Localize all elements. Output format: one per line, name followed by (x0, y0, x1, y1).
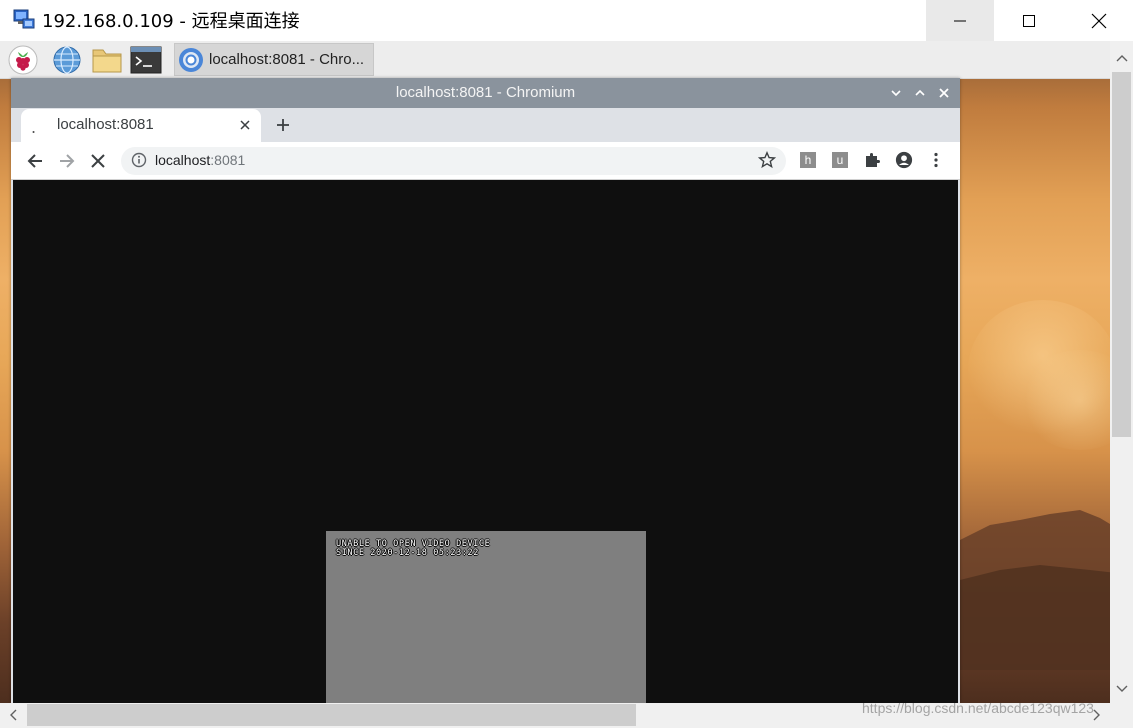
minimize-icon (954, 20, 966, 21)
web-browser-launcher[interactable] (50, 45, 84, 75)
chromium-maximize-button[interactable] (911, 84, 929, 102)
extension-u-button[interactable]: u (831, 151, 849, 169)
close-icon (939, 88, 949, 98)
chevron-down-icon (1116, 685, 1127, 692)
extension-h-button[interactable]: h (799, 151, 817, 169)
terminal-launcher[interactable] (129, 45, 163, 75)
terminal-icon (130, 46, 162, 74)
tab-loading-indicator: . (31, 118, 37, 137)
extension-u-icon: u (832, 152, 848, 168)
taskbar-task-label: localhost:8081 - Chro... (209, 51, 365, 68)
close-icon (1091, 13, 1107, 28)
profile-button[interactable] (895, 151, 913, 169)
chevron-right-icon (1093, 709, 1100, 721)
minimize-button[interactable] (926, 0, 994, 41)
close-button[interactable] (1065, 0, 1133, 41)
wallpaper-mountain (960, 510, 1133, 670)
scroll-down-button[interactable] (1110, 677, 1133, 701)
address-bar-url: localhost:8081 (155, 152, 245, 168)
browser-menu-button[interactable] (927, 151, 945, 169)
chromium-icon (178, 47, 204, 73)
chromium-window-title: localhost:8081 - Chromium (395, 84, 576, 101)
globe-icon (53, 46, 81, 74)
url-host: localhost (155, 152, 211, 168)
account-icon (895, 151, 913, 169)
vertical-scroll-thumb[interactable] (1112, 72, 1131, 437)
folder-icon (92, 49, 122, 73)
plus-icon (277, 119, 289, 131)
watermark: https://blog.csdn.net/abcde123qw123 (862, 700, 1094, 716)
raspberry-icon (8, 45, 38, 75)
chevron-left-icon (10, 709, 17, 721)
bookmark-star-button[interactable] (757, 151, 778, 171)
file-manager-launcher[interactable] (90, 45, 124, 75)
maximize-icon (1023, 14, 1035, 27)
close-icon (240, 120, 250, 130)
stop-loading-button[interactable] (86, 149, 110, 173)
chromium-window: localhost:8081 - Chromium . localhost:80… (11, 78, 960, 703)
scroll-up-button[interactable] (1110, 46, 1133, 70)
close-icon (91, 154, 105, 168)
back-button[interactable] (23, 149, 47, 173)
url-port: :8081 (210, 152, 246, 168)
maximize-button[interactable] (995, 0, 1063, 41)
raspberry-menu-button[interactable] (6, 45, 40, 75)
horizontal-scroll-thumb[interactable] (27, 704, 636, 726)
kebab-menu-icon (934, 152, 938, 168)
tab-title: localhost:8081 (57, 116, 154, 133)
new-tab-button[interactable] (273, 115, 293, 135)
video-error-message: UNABLE TO OPEN VIDEO DEVICE SINCE 2020-1… (336, 539, 491, 558)
star-icon (757, 151, 777, 169)
chevron-up-icon (915, 89, 925, 96)
tab-close-button[interactable] (237, 117, 253, 133)
remote-desktop-icon (12, 8, 36, 32)
chevron-down-icon (891, 90, 901, 97)
chromium-minimize-button[interactable] (887, 84, 905, 102)
arrow-right-icon (60, 154, 75, 168)
extension-h-icon: h (800, 152, 816, 168)
pi-taskbar (0, 41, 1110, 79)
rdp-window-title: 192.168.0.109 - 远程桌面连接 (42, 11, 300, 32)
scrollbar-corner (1110, 703, 1133, 728)
info-icon[interactable] (131, 152, 149, 170)
chevron-up-icon (1116, 55, 1127, 62)
extensions-menu-button[interactable] (863, 151, 881, 169)
chromium-close-button[interactable] (935, 84, 953, 102)
scroll-left-button[interactable] (2, 704, 24, 726)
forward-button[interactable] (55, 149, 79, 173)
arrow-left-icon (27, 154, 42, 168)
puzzle-icon (866, 153, 880, 167)
